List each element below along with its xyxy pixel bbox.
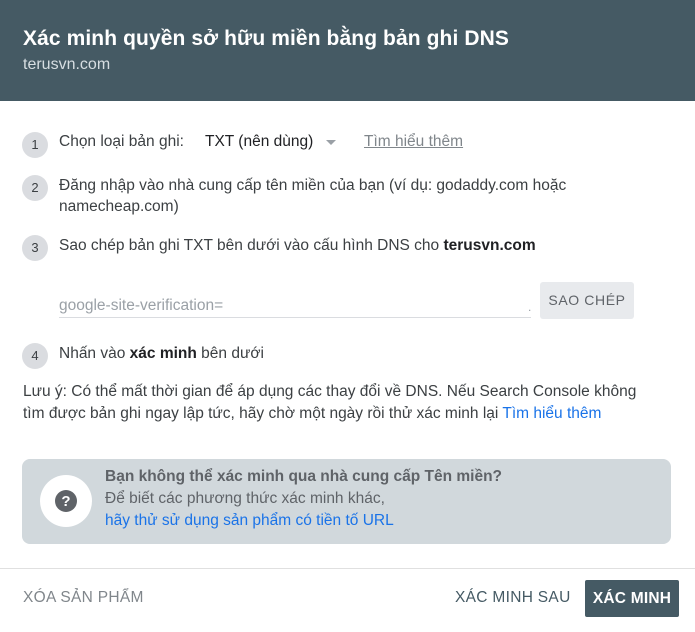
dialog-header: Xác minh quyền sở hữu miền bằng bản ghi … — [0, 0, 695, 101]
step-3-text: Sao chép bản ghi TXT bên dưới vào cấu hì… — [59, 235, 536, 256]
note-line-2: tìm được bản ghi ngay lập tức, hãy chờ m… — [23, 405, 503, 422]
copy-button[interactable]: SAO CHÉP — [540, 282, 634, 319]
record-type-value[interactable]: TXT (nên dùng) — [205, 131, 313, 152]
step-1-number: 1 — [22, 132, 48, 158]
step-2-number: 2 — [22, 175, 48, 201]
step-4-text-before: Nhấn vào — [59, 345, 130, 362]
help-icon: ? — [55, 490, 77, 512]
note-learn-more-link[interactable]: Tìm hiểu thêm — [502, 405, 601, 422]
record-type-learn-more-link[interactable]: Tìm hiểu thêm — [364, 131, 463, 152]
field-ellipsis: . — [528, 300, 532, 314]
alternative-method-hint: ? Bạn không thể xác minh qua nhà cung cấ… — [22, 459, 671, 544]
url-prefix-link[interactable]: hãy thử sử dụng sản phẩm có tiền tố URL — [105, 512, 394, 530]
step-4-text-after: bên dưới — [196, 345, 264, 362]
step-3-instruction: Sao chép bản ghi TXT bên dưới vào cấu hì… — [59, 237, 444, 254]
verify-later-button[interactable]: XÁC MINH SAU — [455, 589, 571, 607]
dialog-title: Xác minh quyền sở hữu miền bằng bản ghi … — [23, 27, 509, 50]
verify-button[interactable]: XÁC MINH — [585, 580, 679, 617]
dns-note: Lưu ý: Có thể mất thời gian để áp dụng c… — [23, 381, 673, 425]
help-icon-circle: ? — [40, 475, 92, 527]
step-2-line-1: Đăng nhập vào nhà cung cấp tên miền của … — [59, 177, 567, 194]
step-2-line-2: namecheap.com) — [59, 198, 179, 215]
remove-property-button[interactable]: XÓA SẢN PHẨM — [23, 589, 144, 607]
txt-record-field[interactable] — [59, 295, 531, 318]
step-3-number: 3 — [22, 235, 48, 261]
step-4-text: Nhấn vào xác minh bên dưới — [59, 343, 264, 364]
step-1-label: Chọn loại bản ghi: — [59, 133, 184, 150]
step-4-bold: xác minh — [129, 345, 197, 362]
step-4-number: 4 — [22, 343, 48, 369]
hint-text: Để biết các phương thức xác minh khác, — [105, 490, 385, 507]
step-3-domain: terusvn.com — [443, 237, 536, 254]
footer-divider — [0, 568, 695, 569]
step-2-text: Đăng nhập vào nhà cung cấp tên miền của … — [59, 175, 566, 217]
note-line-1: Lưu ý: Có thể mất thời gian để áp dụng c… — [23, 383, 637, 400]
svg-text:?: ? — [61, 493, 70, 510]
hint-title: Bạn không thể xác minh qua nhà cung cấp … — [105, 468, 503, 485]
dropdown-arrow-icon[interactable] — [326, 140, 336, 145]
property-domain: terusvn.com — [23, 56, 111, 73]
